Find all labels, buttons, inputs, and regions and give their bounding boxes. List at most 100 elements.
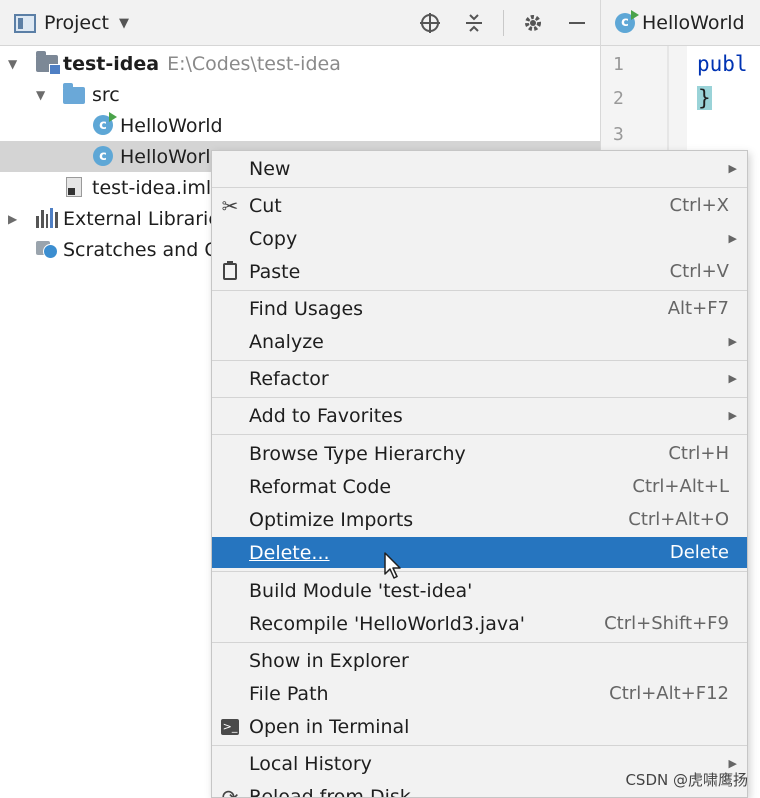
menu-shortcut: Ctrl+Alt+O: [628, 509, 729, 530]
tree-row-label: test-idea E:\Codes\test-idea: [63, 52, 341, 75]
menu-item-label: Browse Type Hierarchy: [249, 442, 466, 465]
menu-shortcut: Ctrl+Alt+F12: [609, 683, 729, 704]
menu-item-delete[interactable]: Delete... Delete: [212, 537, 747, 568]
line-number: 3: [613, 124, 624, 145]
collapse-icon[interactable]: [459, 8, 489, 38]
project-window-icon: [14, 13, 36, 33]
menu-item-open-in-terminal[interactable]: >_ Open in Terminal: [212, 711, 747, 742]
menu-item-file-path[interactable]: File Path Ctrl+Alt+F12: [212, 678, 747, 709]
menu-separator: [212, 642, 747, 643]
module-path: E:\Codes\test-idea: [167, 52, 341, 75]
menu-item-label: Build Module 'test-idea': [249, 579, 473, 602]
submenu-arrow-icon: ▶: [728, 232, 737, 245]
tree-row-label: Scratches and Co: [63, 238, 230, 261]
mouse-cursor-icon: [384, 552, 401, 579]
project-title: Project: [44, 12, 110, 34]
context-menu: New ▶ ✂ Cut Ctrl+X Copy ▶ Paste Ctrl+V F…: [211, 150, 748, 798]
menu-item-reformat-code[interactable]: Reformat Code Ctrl+Alt+L: [212, 471, 747, 502]
line-number: 2: [613, 88, 624, 109]
tree-row-module[interactable]: ▼ test-idea E:\Codes\test-idea: [0, 48, 600, 79]
expanded-arrow-icon[interactable]: ▼: [8, 57, 22, 71]
menu-item-build-module[interactable]: Build Module 'test-idea': [212, 575, 747, 606]
menu-separator: [212, 360, 747, 361]
menu-separator: [212, 187, 747, 188]
java-class-icon: c: [93, 146, 115, 166]
menu-separator: [212, 434, 747, 435]
library-icon: [36, 208, 58, 228]
menu-item-show-in-explorer[interactable]: Show in Explorer: [212, 645, 747, 676]
menu-item-label: Open in Terminal: [249, 715, 410, 738]
menu-shortcut: Ctrl+Alt+L: [632, 476, 729, 497]
submenu-arrow-icon: ▶: [728, 162, 737, 175]
menu-item-analyze[interactable]: Analyze ▶: [212, 326, 747, 357]
menu-separator: [212, 290, 747, 291]
menu-item-find-usages[interactable]: Find Usages Alt+F7: [212, 293, 747, 324]
scissors-icon: ✂: [221, 193, 239, 218]
project-view-selector[interactable]: Project ▼: [14, 8, 129, 38]
tree-row-label: HelloWorl: [120, 145, 211, 168]
expanded-arrow-icon[interactable]: ▼: [36, 88, 50, 102]
java-class-run-icon: c: [93, 112, 117, 135]
tree-row-file[interactable]: c HelloWorld: [0, 110, 600, 141]
menu-item-browse-type-hierarchy[interactable]: Browse Type Hierarchy Ctrl+H: [212, 438, 747, 469]
menu-item-cut[interactable]: ✂ Cut Ctrl+X: [212, 190, 747, 221]
menu-item-label: Paste: [249, 260, 301, 283]
menu-item-label: Local History: [249, 752, 372, 775]
menu-item-recompile[interactable]: Recompile 'HelloWorld3.java' Ctrl+Shift+…: [212, 608, 747, 639]
scratches-icon: [36, 239, 58, 259]
project-toolwindow-header: Project ▼: [0, 0, 600, 46]
clipboard-icon: [218, 260, 242, 284]
code-line[interactable]: publ: [697, 52, 748, 76]
menu-item-label: Find Usages: [249, 297, 364, 320]
menu-item-paste[interactable]: Paste Ctrl+V: [212, 256, 747, 287]
submenu-arrow-icon: ▶: [728, 335, 737, 348]
reload-icon: ⟳: [221, 784, 239, 798]
collapsed-arrow-icon[interactable]: ▶: [8, 212, 22, 226]
menu-item-label: Optimize Imports: [249, 508, 414, 531]
matched-brace: }: [697, 86, 712, 110]
java-class-icon: c: [615, 9, 639, 33]
chevron-down-icon: ▼: [119, 15, 130, 31]
menu-shortcut: Ctrl+H: [668, 443, 729, 464]
submenu-arrow-icon: ▶: [728, 372, 737, 385]
menu-item-add-to-favorites[interactable]: Add to Favorites ▶: [212, 400, 747, 431]
tree-row-label: src: [92, 83, 120, 106]
locate-icon[interactable]: [415, 8, 445, 38]
submenu-arrow-icon: ▶: [728, 409, 737, 422]
menu-item-new[interactable]: New ▶: [212, 153, 747, 184]
menu-item-label: Delete...: [249, 541, 330, 564]
menu-separator: [212, 571, 747, 572]
menu-item-label: Recompile 'HelloWorld3.java': [249, 612, 525, 635]
menu-item-label: Analyze: [249, 330, 324, 353]
tree-row-src[interactable]: ▼ src: [0, 79, 600, 110]
menu-separator: [212, 745, 747, 746]
menu-shortcut: Ctrl+X: [669, 195, 729, 216]
toolbar-divider: [503, 10, 504, 36]
menu-item-optimize-imports[interactable]: Optimize Imports Ctrl+Alt+O: [212, 504, 747, 535]
menu-item-label: Copy: [249, 227, 298, 250]
editor-tab[interactable]: c HelloWorld: [601, 0, 760, 46]
menu-item-copy[interactable]: Copy ▶: [212, 223, 747, 254]
menu-shortcut: Alt+F7: [667, 298, 729, 319]
menu-item-label: Refactor: [249, 367, 329, 390]
code-line[interactable]: }: [697, 86, 712, 110]
watermark: CSDN @虎啸鹰扬: [625, 771, 748, 789]
menu-item-label: Show in Explorer: [249, 649, 409, 672]
editor-gutter: 1 2 3: [601, 46, 687, 150]
minimize-icon[interactable]: [562, 8, 592, 38]
menu-item-refactor[interactable]: Refactor ▶: [212, 363, 747, 394]
menu-item-label: Add to Favorites: [249, 404, 403, 427]
tree-row-label: External Librarie: [63, 207, 221, 230]
tree-row-label: test-idea.iml: [92, 176, 212, 199]
module-folder-icon: [36, 51, 61, 75]
menu-separator: [212, 397, 747, 398]
source-folder-icon: [63, 83, 85, 107]
menu-item-label: New: [249, 157, 291, 180]
menu-item-label: Cut: [249, 194, 282, 217]
tree-row-label: HelloWorld: [120, 114, 223, 137]
line-number: 1: [613, 54, 624, 75]
header-toolbar: [415, 8, 592, 38]
gear-icon[interactable]: [518, 8, 548, 38]
menu-shortcut: Ctrl+Shift+F9: [604, 613, 729, 634]
menu-item-label: Reformat Code: [249, 475, 392, 498]
